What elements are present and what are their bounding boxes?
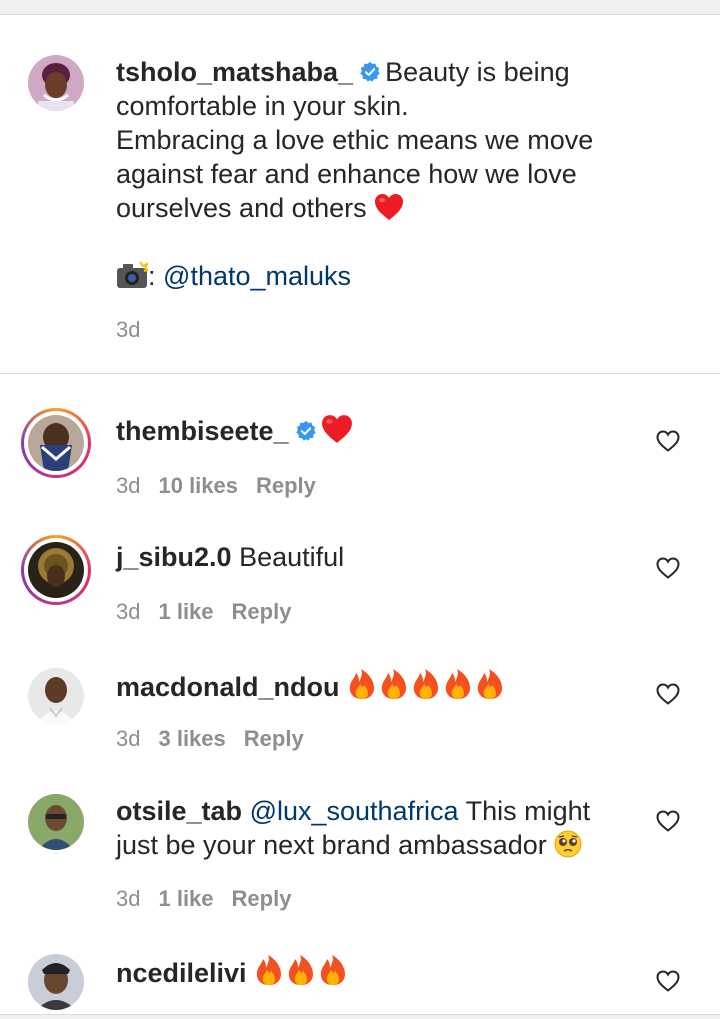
comment-avatar[interactable] xyxy=(28,794,84,850)
comment-meta: 3d 10 likes Reply xyxy=(116,472,334,500)
comment-username[interactable]: ncedilelivi xyxy=(116,958,247,988)
comment-text: macdonald_ndou xyxy=(116,668,616,708)
comment-text: ncedilelivi xyxy=(116,954,616,994)
comment-likes[interactable]: 10 likes xyxy=(158,473,238,498)
comment-text: j_sibu2.0 Beautiful xyxy=(116,540,616,574)
caption-username[interactable]: tsholo_matshaba_ xyxy=(116,57,353,87)
comment-meta: 3d 1 like Reply xyxy=(116,598,309,626)
comment-avatar[interactable] xyxy=(28,668,84,724)
caption-credit-mention[interactable]: @thato_maluks xyxy=(163,261,351,291)
comment-timestamp: 3d xyxy=(116,726,141,751)
fire-emoji xyxy=(254,954,284,994)
heart-outline-icon[interactable] xyxy=(656,430,680,452)
caption-credit-colon: : xyxy=(148,261,156,291)
caption-line-3: Embracing a love ethic means we move xyxy=(116,125,594,155)
pleading-face-emoji xyxy=(554,830,582,858)
comment-meta: 3d 3 likes Reply xyxy=(116,725,322,753)
fire-emoji xyxy=(411,668,441,708)
caption-line-5: ourselves and others xyxy=(116,193,367,223)
comment-body-line-1: This might xyxy=(465,796,591,826)
comment-mention[interactable]: @lux_southafrica xyxy=(250,796,459,826)
red-heart-emoji xyxy=(375,194,404,220)
top-strip xyxy=(0,0,720,15)
verified-badge-icon xyxy=(295,420,316,441)
reply-button[interactable]: Reply xyxy=(232,886,292,911)
comment-likes[interactable]: 1 like xyxy=(158,886,213,911)
comment-likes[interactable]: 3 likes xyxy=(158,726,225,751)
heart-outline-icon[interactable] xyxy=(656,970,680,992)
fire-emoji xyxy=(379,668,409,708)
fire-emoji xyxy=(286,954,316,994)
caption-author-avatar[interactable] xyxy=(28,55,84,111)
comment-timestamp: 3d xyxy=(116,599,141,624)
comment-username[interactable]: macdonald_ndou xyxy=(116,672,340,702)
fire-emoji xyxy=(475,668,505,708)
reply-button[interactable]: Reply xyxy=(232,599,292,624)
comment-timestamp: 3d xyxy=(116,886,141,911)
heart-outline-icon[interactable] xyxy=(656,810,680,832)
comment-username[interactable]: thembiseete_ xyxy=(116,416,289,446)
comment-meta: 3d 1 like Reply xyxy=(116,885,309,913)
comment-avatar[interactable] xyxy=(28,542,84,598)
comment-username[interactable]: j_sibu2.0 xyxy=(116,542,232,572)
fire-emoji xyxy=(318,954,348,994)
comment-avatar[interactable] xyxy=(28,415,84,471)
fire-emoji xyxy=(443,668,473,708)
caption-line-4: against fear and enhance how we love xyxy=(116,159,577,189)
comment-avatar[interactable] xyxy=(28,954,84,1010)
comment-body-line-2: just be your next brand ambassador xyxy=(116,830,547,860)
bottom-edge xyxy=(0,1014,720,1019)
caption-divider xyxy=(0,373,720,374)
comment-text: thembiseete_ xyxy=(116,414,616,448)
comment-username[interactable]: otsile_tab xyxy=(116,796,242,826)
caption-meta: 3d xyxy=(116,316,158,344)
camera-flash-icon xyxy=(117,261,148,288)
caption-timestamp: 3d xyxy=(116,317,141,342)
fire-emoji xyxy=(347,668,377,708)
verified-badge-icon xyxy=(360,61,380,82)
reply-button[interactable]: Reply xyxy=(256,473,316,498)
red-heart-emoji xyxy=(321,415,352,443)
story-ring[interactable] xyxy=(21,535,91,605)
heart-outline-icon[interactable] xyxy=(656,683,680,705)
caption-text: tsholo_matshaba_ Beauty is being comforta… xyxy=(116,55,636,293)
reply-button[interactable]: Reply xyxy=(244,726,304,751)
story-ring[interactable] xyxy=(21,408,91,478)
heart-outline-icon[interactable] xyxy=(656,557,680,579)
comment-text: otsile_tab @lux_southafrica This might j… xyxy=(116,794,616,862)
caption-line-1: Beauty is being xyxy=(385,57,570,87)
comment-timestamp: 3d xyxy=(116,473,141,498)
comment-body: Beautiful xyxy=(239,542,345,572)
comment-likes[interactable]: 1 like xyxy=(158,599,213,624)
caption-line-2: comfortable in your skin. xyxy=(116,91,409,121)
